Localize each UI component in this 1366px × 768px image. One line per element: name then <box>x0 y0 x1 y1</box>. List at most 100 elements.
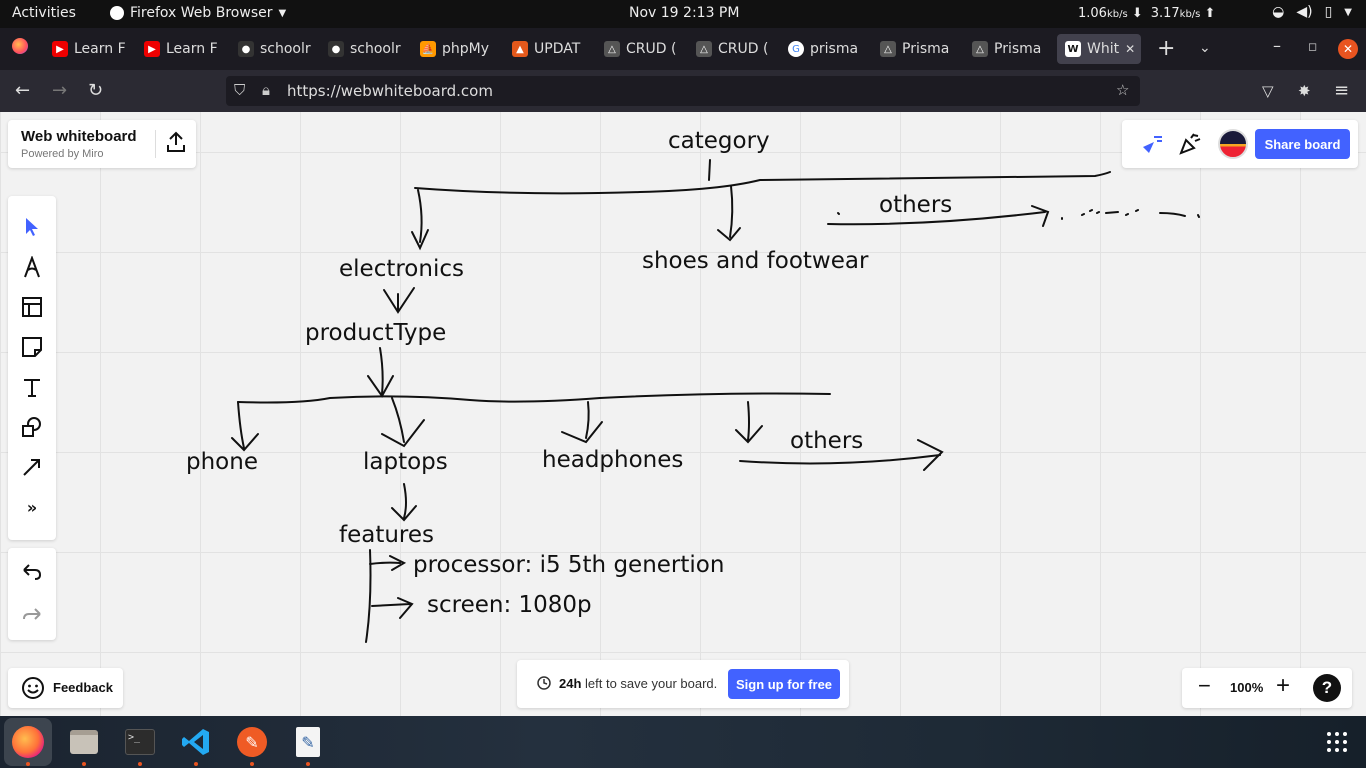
browser-tab[interactable]: ● schoolr <box>238 34 316 64</box>
download-rate-unit: kb/s <box>1106 9 1128 20</box>
app-menu-label: Firefox Web Browser <box>130 5 273 21</box>
activities-button[interactable]: Activities <box>12 5 76 21</box>
tab-title: Prisma <box>902 41 950 57</box>
tab-title: CRUD ( <box>626 41 677 57</box>
upload-rate-unit: kb/s <box>1179 9 1201 20</box>
tab-title: Learn F <box>166 41 218 57</box>
shield-icon[interactable]: ⛉ <box>234 81 245 99</box>
browser-nav-bar: ← → ↻ ⛉ 🔒︎ https://webwhiteboard.com ☆ ▽… <box>0 70 1366 112</box>
browser-tab[interactable]: W Whit ✕ <box>1057 34 1141 64</box>
phpmyadmin-icon: ⛵ <box>420 41 436 57</box>
upload-arrow-icon: ⬆ <box>1204 6 1216 21</box>
list-all-tabs-icon[interactable]: ⌄ <box>1199 40 1211 56</box>
clock[interactable]: Nov 19 2:13 PM <box>629 5 739 21</box>
prisma-icon: △ <box>604 41 620 57</box>
browser-tab[interactable]: ▶ Learn F <box>144 34 222 64</box>
node-product-type[interactable]: productType <box>305 320 446 346</box>
url-bar[interactable]: ⛉ 🔒︎ https://webwhiteboard.com ☆ <box>226 76 1140 106</box>
hamburger-menu-icon[interactable]: ≡ <box>1334 80 1349 101</box>
zoom-controls: − 100% + ? <box>1182 668 1352 708</box>
clock-icon <box>537 676 551 690</box>
text-editor-dock-icon[interactable]: ✎ <box>290 724 326 760</box>
running-indicator <box>26 762 30 766</box>
files-dock-icon[interactable] <box>66 724 102 760</box>
forward-icon[interactable]: → <box>52 80 67 101</box>
close-tab-icon[interactable]: ✕ <box>1125 42 1135 56</box>
save-notice-rest: left to save your board. <box>581 676 718 691</box>
browser-tab-bar: ▶ Learn F ▶ Learn F ● schoolr ● schoolr ⛵ phpMy ▲ U… <box>0 28 1366 70</box>
github-icon: ● <box>238 41 254 57</box>
new-tab-button[interactable]: + <box>1157 36 1175 61</box>
browser-tab[interactable]: ▲ UPDAT <box>512 34 590 64</box>
feedback-button[interactable]: Feedback <box>8 668 123 708</box>
wifi-icon: ◒ <box>1272 4 1285 20</box>
tab-title: schoolr <box>260 41 311 57</box>
save-board-notice: 24h left to save your board. Sign up for… <box>517 660 849 708</box>
minimize-button[interactable]: – <box>1273 36 1281 55</box>
power-menu-icon: ▼ <box>1344 7 1352 18</box>
browser-tab[interactable]: Gprisma <box>788 34 866 64</box>
pocket-icon[interactable]: ▽ <box>1262 82 1274 100</box>
browser-tab[interactable]: ▶ Learn F <box>52 34 130 64</box>
reload-icon[interactable]: ↻ <box>88 80 103 101</box>
tab-title: prisma <box>810 41 859 57</box>
bookmark-star-icon[interactable]: ☆ <box>1116 81 1129 99</box>
vscode-dock-icon[interactable] <box>178 724 214 760</box>
save-time-left: 24h <box>559 676 582 691</box>
back-icon[interactable]: ← <box>15 80 30 101</box>
help-button[interactable]: ? <box>1313 674 1341 702</box>
google-icon: G <box>788 41 804 57</box>
firefox-dock-icon[interactable] <box>10 724 46 760</box>
app-menu[interactable]: Firefox Web Browser ▼ <box>110 5 286 21</box>
zoom-out-button[interactable]: − <box>1198 673 1211 699</box>
node-others-mid[interactable]: others <box>790 428 863 454</box>
show-apps-grid-icon[interactable] <box>1326 731 1348 757</box>
node-screen[interactable]: screen: 1080p <box>427 592 592 618</box>
running-indicator <box>82 762 86 766</box>
node-laptops[interactable]: laptops <box>363 449 448 475</box>
node-processor[interactable]: processor: i5 5th genertion <box>413 552 724 578</box>
terminal-dock-icon[interactable]: >_ <box>122 724 158 760</box>
tab-title: Learn F <box>74 41 126 57</box>
upload-rate: 3.17 <box>1150 6 1180 21</box>
browser-tab[interactable]: △ CRUD ( <box>604 34 682 64</box>
caret-down-icon: ▼ <box>278 7 287 19</box>
download-rate: 1.06 <box>1078 6 1107 21</box>
node-category[interactable]: category <box>668 128 770 154</box>
tab-title: Whit <box>1087 41 1120 57</box>
close-window-button[interactable]: ✕ <box>1338 39 1358 59</box>
ubuntu-dock: >_ ✎ ✎ <box>0 716 1366 768</box>
browser-tab[interactable]: △ Prisma <box>972 34 1050 64</box>
battery-icon: ▯ <box>1324 4 1333 20</box>
node-headphones[interactable]: headphones <box>542 447 683 473</box>
maximize-button[interactable]: ◻ <box>1308 40 1317 53</box>
browser-tab[interactable]: △ CRUD ( <box>696 34 774 64</box>
network-speed: 1.06kb/s ⬇ 3.17kb/s ⬆ <box>1078 6 1215 21</box>
postman-dock-icon[interactable]: ✎ <box>234 724 270 760</box>
node-features[interactable]: features <box>339 522 434 548</box>
youtube-icon: ▶ <box>52 41 68 57</box>
zoom-level[interactable]: 100% <box>1230 680 1263 695</box>
download-arrow-icon: ⬇ <box>1131 6 1143 21</box>
tab-title: CRUD ( <box>718 41 769 57</box>
system-tray[interactable]: ◒ ◀) ▯ ▼ <box>1272 4 1352 20</box>
drawing-strokes[interactable] <box>0 112 1366 716</box>
node-phone[interactable]: phone <box>186 449 258 475</box>
browser-tab[interactable]: ⛵ phpMy <box>420 34 498 64</box>
browser-tab[interactable]: △ Prisma <box>880 34 958 64</box>
extension-icon[interactable]: ✸ <box>1298 82 1311 100</box>
sign-up-button[interactable]: Sign up for free <box>728 669 840 699</box>
node-others-top[interactable]: others <box>879 192 952 218</box>
node-electronics[interactable]: electronics <box>339 256 464 282</box>
zoom-in-button[interactable]: + <box>1276 672 1290 700</box>
lock-icon[interactable]: 🔒︎ <box>262 81 270 99</box>
browser-tab[interactable]: ● schoolr <box>328 34 406 64</box>
tab-title: phpMy <box>442 41 490 57</box>
whiteboard-canvas[interactable]: Web whiteboard Powered by Miro » Share b… <box>0 112 1366 716</box>
node-shoes-footwear[interactable]: shoes and footwear <box>642 248 868 274</box>
system-top-bar: Activities Firefox Web Browser ▼ Nov 19 … <box>0 0 1366 28</box>
firefox-view-icon[interactable] <box>12 38 28 59</box>
url-text[interactable]: https://webwhiteboard.com <box>287 82 493 100</box>
tab-title: UPDAT <box>534 41 581 57</box>
feedback-label: Feedback <box>53 680 113 695</box>
